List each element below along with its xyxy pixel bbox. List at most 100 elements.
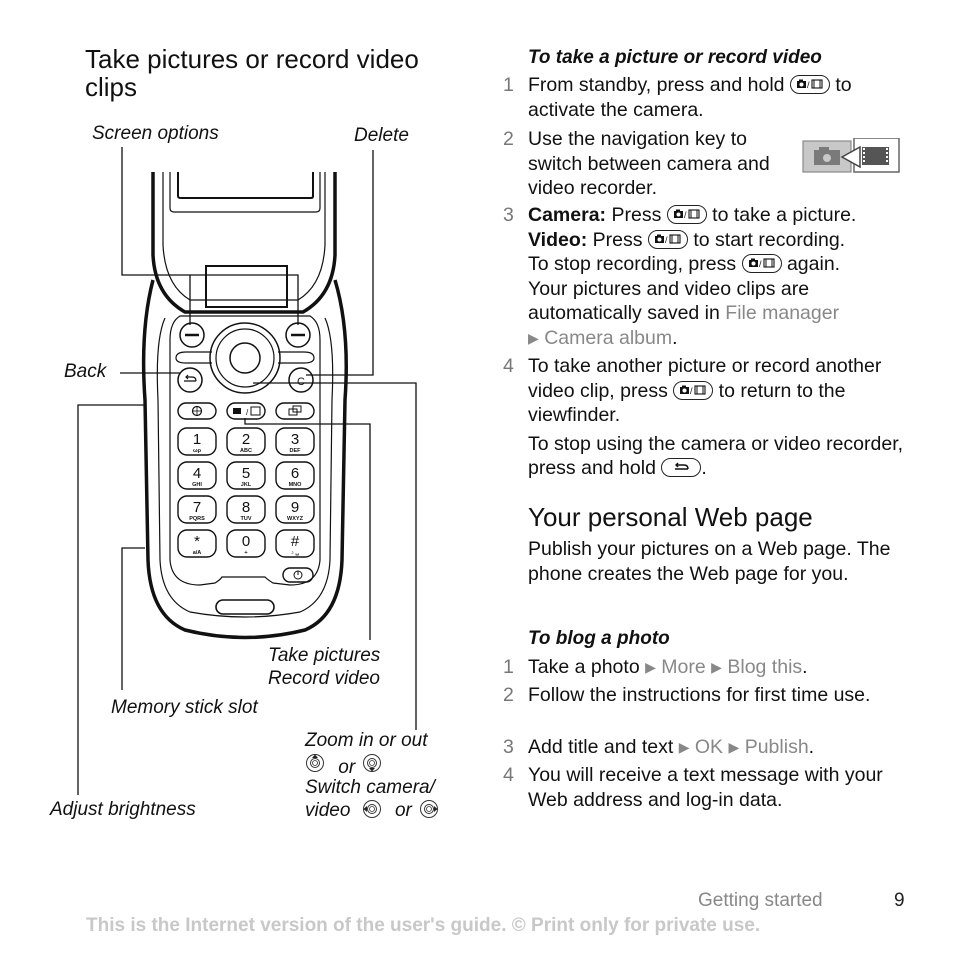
keypad-letters: TUV (241, 516, 252, 522)
phone-flip-outer (151, 172, 337, 314)
keypad-digit: 6 (291, 465, 299, 482)
period: . (802, 656, 808, 678)
stop-note: To stop using the camera or video record… (528, 432, 904, 480)
period: . (672, 326, 678, 349)
step-1: 1 From standby, press and hold / to acti… (503, 73, 923, 123)
menu-blog-this[interactable]: Blog this (727, 656, 802, 678)
keypad-letters: ωρ (193, 448, 202, 454)
step-4: 4 To take another picture or record anot… (503, 354, 923, 484)
svg-text:/: / (665, 235, 668, 245)
camera-label: Camera: (528, 204, 607, 226)
menu-arrow-icon: ▶ (528, 329, 539, 346)
keypad-letters: a/A (193, 550, 202, 556)
menu-file-manager[interactable]: File manager (725, 302, 839, 324)
step-number: 2 (503, 128, 514, 150)
phone-screen-frame (169, 172, 321, 213)
phone-body-outer (141, 279, 348, 640)
svg-text:/: / (690, 386, 693, 396)
keypad-digit: 5 (242, 465, 250, 482)
step-number: 4 (503, 355, 514, 377)
camera-text-cont: to take a picture. (712, 204, 857, 226)
camera-video-switch-icon (802, 137, 900, 173)
keypad-letters: ♪ ␣ (291, 550, 299, 556)
phone-illustration: 1ωρ 2ABC 3DEF 4GHI 5JKL 6MNO 7PQRS 8TUV 9WXYZ *a/… (77, 147, 417, 795)
section-intro: Publish your pictures on a Web page. The… (528, 538, 891, 585)
blog-step-4: 4 You will receive a text message with y… (503, 763, 923, 815)
step-text: From standby, press and hold (528, 74, 785, 96)
video-label: Video: (528, 228, 588, 251)
step-number: 1 (503, 656, 514, 678)
keypad-digit: 2 (242, 431, 250, 448)
keypad-digit: 9 (291, 499, 299, 516)
phone-hinge (205, 265, 288, 308)
keypad-key-9: 9WXYZ (275, 495, 315, 524)
keypad-key-5: 5JKL (226, 461, 266, 490)
camera-video-key-icon: / (666, 205, 707, 224)
keypad-digit: 3 (291, 431, 299, 448)
camera-video-key-icon: / (647, 229, 688, 249)
nav-key-center (229, 342, 261, 374)
clear-key-label: C (297, 376, 305, 388)
keypad-letters: GHI (192, 482, 202, 488)
nav-key-ring (215, 328, 275, 388)
keypad-key-8: 8TUV (226, 495, 266, 524)
step-3: 3 Camera: Press / to take a picture. Vid… (503, 203, 923, 353)
microphone-slot (215, 599, 275, 615)
keypad-key-3: 3DEF (275, 427, 315, 456)
keypad-key-10: *a/A (177, 529, 217, 558)
footer-note: This is the Internet version of the user… (86, 915, 761, 936)
camera-video-key-icon: / (673, 380, 714, 400)
menu-ok[interactable]: OK (695, 736, 723, 758)
keypad-letters: PQRS (189, 516, 205, 522)
step-text: Use the navigation key to switch between… (528, 128, 770, 200)
blog-step-3: 3 Add title and text ▶ OK ▶ Publish. (503, 735, 923, 761)
phone-screen (177, 172, 314, 199)
step-text: You will receive a text message with you… (528, 764, 883, 811)
keypad-letters: MNO (289, 482, 303, 488)
camera-video-key-icon: / (789, 75, 830, 94)
keypad-letters: ABC (240, 448, 252, 454)
back-key (177, 367, 203, 393)
step-number: 4 (503, 764, 514, 786)
menu-publish[interactable]: Publish (745, 736, 809, 758)
keypad-digit: 1 (193, 431, 201, 448)
stop-text-cont: again. (786, 253, 841, 276)
svg-text:/: / (684, 210, 687, 220)
keypad-digit: * (194, 533, 200, 550)
keypad-digit: 4 (193, 465, 201, 482)
footer-section: Getting started (698, 890, 823, 911)
blog-step-1: 1 Take a photo ▶ More ▶ Blog this. (503, 655, 923, 681)
menu-more[interactable]: More (661, 656, 705, 678)
step-text: Take a photo (528, 656, 640, 678)
back-key-icon (661, 458, 702, 478)
keypad-digit: 8 (242, 499, 250, 516)
keypad-key-7: 7PQRS (177, 495, 217, 524)
keypad-digit: # (291, 533, 300, 550)
blog-step-2: 2 Follow the instructions for first time… (503, 683, 923, 735)
stop-text: To stop recording, press (528, 253, 737, 276)
camera-text: Press (611, 204, 662, 226)
step-number: 2 (503, 684, 514, 706)
keypad-digit: 7 (193, 499, 201, 516)
menu-camera-album[interactable]: Camera album (544, 327, 672, 349)
video-text-cont: to start recording. (693, 228, 846, 251)
step-number: 3 (503, 736, 514, 758)
section-title-web-page: Your personal Web page (528, 502, 813, 532)
step-number: 1 (503, 74, 514, 96)
menu-arrow-icon: ▶ (645, 659, 656, 675)
camera-video-key-icon: / (741, 254, 782, 274)
step-text: Add title and text (528, 736, 674, 758)
svg-text:/: / (759, 259, 762, 269)
subtitle-take-picture: To take a picture or record video (528, 47, 822, 68)
step-number: 3 (503, 204, 514, 226)
period: . (808, 736, 815, 758)
svg-text:/: / (807, 80, 810, 90)
keypad-keys: 1ωρ 2ABC 3DEF 4GHI 5JKL 6MNO 7PQRS 8TUV 9WXYZ *a/… (177, 427, 315, 558)
keypad-digit: 0 (242, 533, 250, 550)
menu-arrow-icon: ▶ (728, 739, 740, 755)
step-text: Follow the instructions for first time u… (528, 684, 871, 706)
phone-flip-inner (162, 172, 326, 301)
keypad-key-1: 1ωρ (177, 427, 217, 456)
menu-arrow-icon: ▶ (711, 659, 722, 675)
subtitle-blog-photo: To blog a photo (528, 628, 670, 649)
